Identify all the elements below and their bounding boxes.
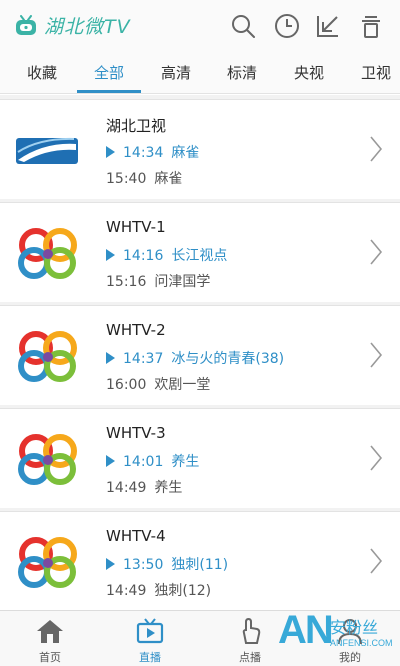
channel-name: WHTV-4 <box>106 527 166 545</box>
category-tabs: 收藏 全部 高清 标清 央视 卫视 <box>0 52 400 94</box>
nav-label: 直播 <box>139 651 161 664</box>
now-time: 14:16 <box>123 248 164 264</box>
up-next: 15:16 问津国学 <box>106 271 210 291</box>
now-time: 13:50 <box>123 557 164 573</box>
channel-row[interactable]: WHTV-2 14:37 冰与火的青春(38) 16:00 欢剧一堂 <box>0 305 400 405</box>
now-playing: 14:37 冰与火的青春(38) <box>106 348 284 368</box>
now-playing: 14:01 养生 <box>106 451 199 471</box>
tab-hd[interactable]: 高清 <box>148 52 204 94</box>
now-time: 14:34 <box>123 145 164 161</box>
now-playing: 14:16 长江视点 <box>106 245 227 265</box>
next-time: 15:40 <box>106 171 147 187</box>
channel-row[interactable]: WHTV-1 14:16 长江视点 15:16 问津国学 <box>0 202 400 302</box>
tab-favorites[interactable]: 收藏 <box>14 52 70 94</box>
watermark-url: ANFENSI.COM <box>330 638 393 648</box>
channel-name: WHTV-1 <box>106 218 166 236</box>
next-time: 15:16 <box>106 274 147 290</box>
nav-live[interactable]: 直播 <box>100 611 200 666</box>
now-title: 养生 <box>171 454 200 470</box>
home-icon <box>37 620 63 643</box>
now-playing: 13:50 独刺(11) <box>106 554 228 574</box>
nav-home[interactable]: 首页 <box>0 611 100 666</box>
next-title: 独刺(12) <box>154 583 212 599</box>
now-time: 14:01 <box>123 454 164 470</box>
now-playing: 14:34 麻雀 <box>106 142 199 162</box>
tab-satellite[interactable]: 卫视 <box>348 52 400 94</box>
channel-name: WHTV-2 <box>106 321 166 339</box>
now-time: 14:37 <box>123 351 164 367</box>
tab-all[interactable]: 全部 <box>81 52 137 94</box>
now-title: 独刺(11) <box>171 557 229 573</box>
hand-tap-icon <box>242 617 261 644</box>
next-title: 欢剧一堂 <box>154 377 211 393</box>
chevron-right-icon <box>370 239 383 265</box>
chevron-right-icon <box>370 548 383 574</box>
app-title: 湖北微TV <box>44 16 131 38</box>
active-tab-indicator <box>77 90 141 93</box>
next-title: 养生 <box>154 480 183 496</box>
tab-sd[interactable]: 标清 <box>214 52 270 94</box>
play-icon <box>106 146 115 158</box>
app-logo: 湖北微TV <box>14 12 131 39</box>
channel-row[interactable]: 湖北卫视 14:34 麻雀 15:40 麻雀 <box>0 99 400 199</box>
play-icon <box>106 352 115 364</box>
channel-row[interactable]: WHTV-4 13:50 独刺(11) 14:49 独刺(12) <box>0 511 400 610</box>
trash-icon[interactable] <box>357 12 385 40</box>
up-next: 14:49 养生 <box>106 477 182 497</box>
next-title: 麻雀 <box>154 171 183 187</box>
now-title: 冰与火的青春(38) <box>171 351 285 367</box>
up-next: 14:49 独刺(12) <box>106 580 211 600</box>
whtv-flower-logo <box>18 228 77 279</box>
up-next: 16:00 欢剧一堂 <box>106 374 210 394</box>
chevron-right-icon <box>370 136 383 162</box>
up-next: 15:40 麻雀 <box>106 168 182 188</box>
nav-label: 首页 <box>39 651 61 664</box>
whtv-flower-logo <box>18 331 77 382</box>
watermark-logo: AN 安粉丝 ANFENSI.COM <box>278 606 394 662</box>
search-icon[interactable] <box>229 12 257 40</box>
watermark-cn: 安粉丝 <box>330 618 379 637</box>
next-title: 问津国学 <box>154 274 211 290</box>
chevron-right-icon <box>370 445 383 471</box>
channel-name: WHTV-3 <box>106 424 166 442</box>
hubei-satellite-logo <box>16 137 78 164</box>
watermark-an: AN <box>278 608 334 652</box>
now-title: 长江视点 <box>171 248 228 264</box>
channel-name: 湖北卫视 <box>106 117 167 135</box>
play-icon <box>106 455 115 467</box>
channel-list[interactable]: 湖北卫视 14:34 麻雀 15:40 麻雀 WHTV-1 14:16 长江视点 15… <box>0 95 400 610</box>
now-title: 麻雀 <box>171 145 200 161</box>
next-time: 14:49 <box>106 480 147 496</box>
chevron-right-icon <box>370 342 383 368</box>
play-icon <box>106 558 115 570</box>
download-arrow-icon[interactable] <box>314 12 342 40</box>
app-header: 湖北微TV <box>0 0 400 52</box>
next-time: 14:49 <box>106 583 147 599</box>
next-time: 16:00 <box>106 377 147 393</box>
whtv-flower-logo <box>18 537 77 588</box>
history-clock-icon[interactable] <box>273 12 301 40</box>
channel-row[interactable]: WHTV-3 14:01 养生 14:49 养生 <box>0 408 400 508</box>
play-icon <box>106 249 115 261</box>
tab-cctv[interactable]: 央视 <box>281 52 337 94</box>
live-tv-icon <box>136 618 164 644</box>
whtv-flower-logo <box>18 434 77 485</box>
tv-logo-icon <box>16 14 36 35</box>
